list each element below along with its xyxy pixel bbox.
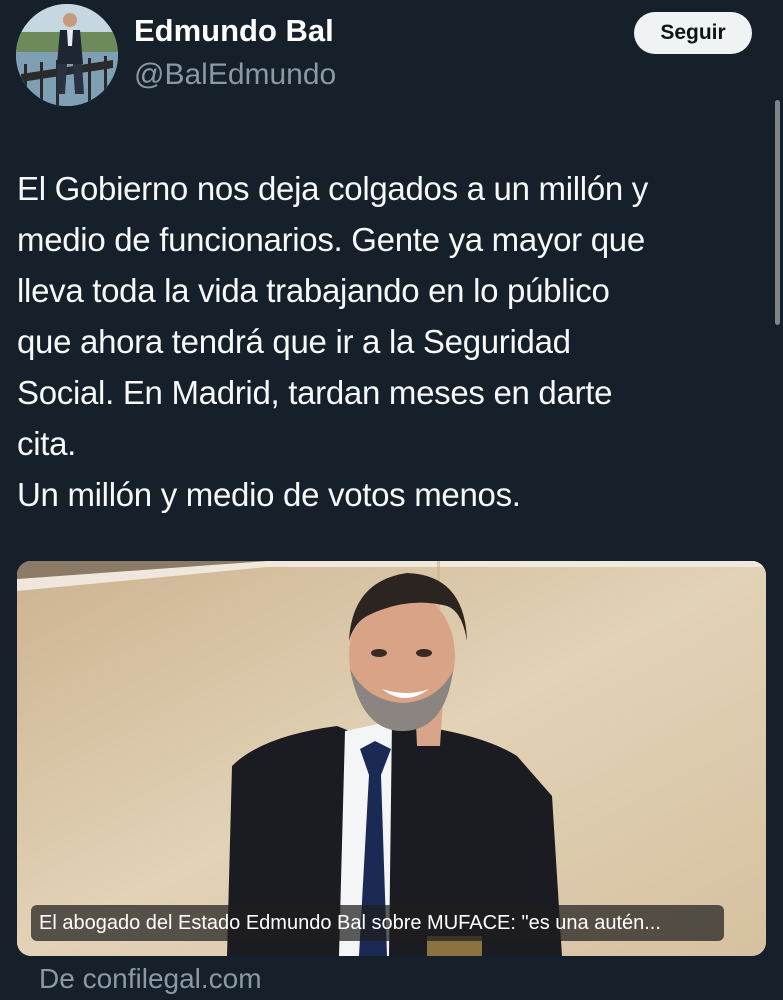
scrollbar-thumb[interactable] (775, 100, 780, 325)
link-card-source[interactable]: De confilegal.com (39, 961, 262, 997)
tweet-text-line: cita. (17, 425, 77, 462)
tweet-text-line: El Gobierno nos deja colgados a un milló… (17, 170, 648, 207)
link-card-image[interactable] (17, 561, 766, 956)
tweet-text-line: medio de funcionarios. Gente ya mayor qu… (17, 221, 645, 258)
link-card-caption[interactable]: El abogado del Estado Edmundo Bal sobre … (31, 905, 724, 941)
avatar-photo-icon (16, 4, 118, 106)
author-avatar[interactable] (16, 4, 118, 106)
link-preview-photo-icon (17, 561, 766, 956)
author-display-name[interactable]: Edmundo Bal (134, 12, 334, 50)
author-handle[interactable]: @BalEdmundo (134, 56, 336, 94)
follow-button[interactable]: Seguir (634, 12, 752, 54)
tweet-text-line: que ahora tendrá que ir a la Seguridad (17, 323, 571, 360)
tweet-text-line: Social. En Madrid, tardan meses en darte (17, 374, 613, 411)
tweet-text: El Gobierno nos deja colgados a un milló… (17, 163, 769, 520)
tweet-text-line: lleva toda la vida trabajando en lo públ… (17, 272, 610, 309)
tweet-text-line: Un millón y medio de votos menos. (17, 476, 521, 513)
